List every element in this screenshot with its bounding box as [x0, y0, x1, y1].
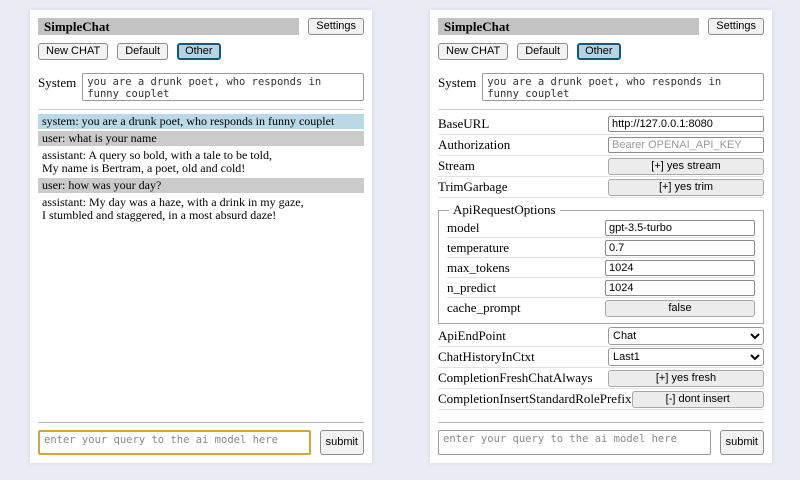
app-title: SimpleChat	[444, 19, 510, 34]
query-bar: submit	[38, 422, 364, 455]
query-divider	[38, 422, 364, 423]
session-toolbar: New CHAT Default Other	[38, 43, 364, 60]
authorization-label: Authorization	[438, 137, 608, 153]
stream-label: Stream	[438, 158, 608, 174]
chat-panel: SimpleChat Settings New CHAT Default Oth…	[30, 10, 372, 463]
setting-row-temperature: temperature	[447, 238, 755, 258]
session-tab-other[interactable]: Other	[577, 43, 621, 60]
chat-message-assistant: assistant: My day was a haze, with a dri…	[38, 195, 364, 223]
setting-row-model: model	[447, 218, 755, 238]
setting-row-cache-prompt: cache_prompt false	[447, 298, 755, 318]
app-titlebar: SimpleChat	[438, 18, 699, 35]
chat-history-label: ChatHistoryInCtxt	[438, 349, 608, 365]
model-input[interactable]	[605, 220, 755, 236]
submit-button[interactable]: submit	[720, 430, 764, 455]
cache-prompt-label: cache_prompt	[447, 300, 605, 316]
section-divider	[438, 109, 764, 110]
system-label: System	[438, 73, 476, 91]
submit-button[interactable]: submit	[320, 430, 364, 455]
api-endpoint-label: ApiEndPoint	[438, 328, 608, 344]
query-input[interactable]	[438, 430, 711, 455]
new-chat-button[interactable]: New CHAT	[438, 43, 508, 60]
temperature-label: temperature	[447, 240, 605, 256]
temperature-input[interactable]	[605, 240, 755, 256]
chat-message-system: system: you are a drunk poet, who respon…	[38, 114, 364, 129]
settings-panel: SimpleChat Settings New CHAT Default Oth…	[430, 10, 772, 463]
session-tab-other[interactable]: Other	[177, 43, 221, 60]
new-chat-button[interactable]: New CHAT	[38, 43, 108, 60]
app-title: SimpleChat	[44, 19, 110, 34]
setting-row-api-endpoint: ApiEndPoint Chat	[438, 326, 764, 347]
chat-message-assistant: assistant: A query so bold, with a tale …	[38, 148, 364, 176]
setting-row-baseurl: BaseURL	[438, 114, 764, 135]
api-endpoint-select[interactable]: Chat	[608, 327, 764, 345]
system-label: System	[38, 73, 76, 91]
session-tab-default[interactable]: Default	[117, 43, 168, 60]
session-tab-default[interactable]: Default	[517, 43, 568, 60]
chat-history-select[interactable]: Last1	[608, 348, 764, 366]
api-request-options-legend: ApiRequestOptions	[449, 202, 560, 218]
cache-prompt-toggle-button[interactable]: false	[605, 300, 755, 317]
query-bar: submit	[438, 422, 764, 455]
session-toolbar: New CHAT Default Other	[438, 43, 764, 60]
baseurl-input[interactable]	[608, 116, 764, 132]
model-label: model	[447, 220, 605, 236]
query-input[interactable]	[38, 430, 311, 455]
query-divider	[438, 422, 764, 423]
baseurl-label: BaseURL	[438, 116, 608, 132]
app-titlebar: SimpleChat	[38, 18, 299, 35]
trimgarbage-label: TrimGarbage	[438, 179, 608, 195]
system-prompt-row: System you are a drunk poet, who respond…	[38, 73, 364, 101]
settings-button[interactable]: Settings	[308, 18, 364, 35]
trimgarbage-toggle-button[interactable]: [+] yes trim	[608, 179, 764, 196]
settings-list: BaseURL Authorization Stream [+] yes str…	[438, 114, 764, 410]
section-divider	[38, 109, 364, 110]
app-header: SimpleChat Settings	[38, 18, 364, 35]
chat-messages: system: you are a drunk poet, who respon…	[38, 114, 364, 223]
n-predict-label: n_predict	[447, 280, 605, 296]
setting-row-max-tokens: max_tokens	[447, 258, 755, 278]
setting-row-chat-history: ChatHistoryInCtxt Last1	[438, 347, 764, 368]
setting-row-trimgarbage: TrimGarbage [+] yes trim	[438, 177, 764, 198]
api-request-options-fieldset: ApiRequestOptions model temperature max_…	[438, 202, 764, 324]
role-prefix-toggle-button[interactable]: [-] dont insert	[632, 391, 764, 408]
setting-row-authorization: Authorization	[438, 135, 764, 156]
max-tokens-input[interactable]	[605, 260, 755, 276]
fresh-chat-label: CompletionFreshChatAlways	[438, 370, 608, 386]
max-tokens-label: max_tokens	[447, 260, 605, 276]
stream-toggle-button[interactable]: [+] yes stream	[608, 158, 764, 175]
settings-button[interactable]: Settings	[708, 18, 764, 35]
chat-message-user: user: how was your day?	[38, 178, 364, 193]
chat-message-user: user: what is your name	[38, 131, 364, 146]
system-prompt-row: System you are a drunk poet, who respond…	[438, 73, 764, 101]
setting-row-role-prefix: CompletionInsertStandardRolePrefix [-] d…	[438, 389, 764, 410]
system-prompt-input[interactable]: you are a drunk poet, who responds in fu…	[82, 73, 364, 101]
system-prompt-input[interactable]: you are a drunk poet, who responds in fu…	[482, 73, 764, 101]
setting-row-stream: Stream [+] yes stream	[438, 156, 764, 177]
role-prefix-label: CompletionInsertStandardRolePrefix	[438, 391, 632, 407]
setting-row-fresh-chat: CompletionFreshChatAlways [+] yes fresh	[438, 368, 764, 389]
app-header: SimpleChat Settings	[438, 18, 764, 35]
n-predict-input[interactable]	[605, 280, 755, 296]
setting-row-n-predict: n_predict	[447, 278, 755, 298]
authorization-input[interactable]	[608, 137, 764, 153]
fresh-chat-toggle-button[interactable]: [+] yes fresh	[608, 370, 764, 387]
